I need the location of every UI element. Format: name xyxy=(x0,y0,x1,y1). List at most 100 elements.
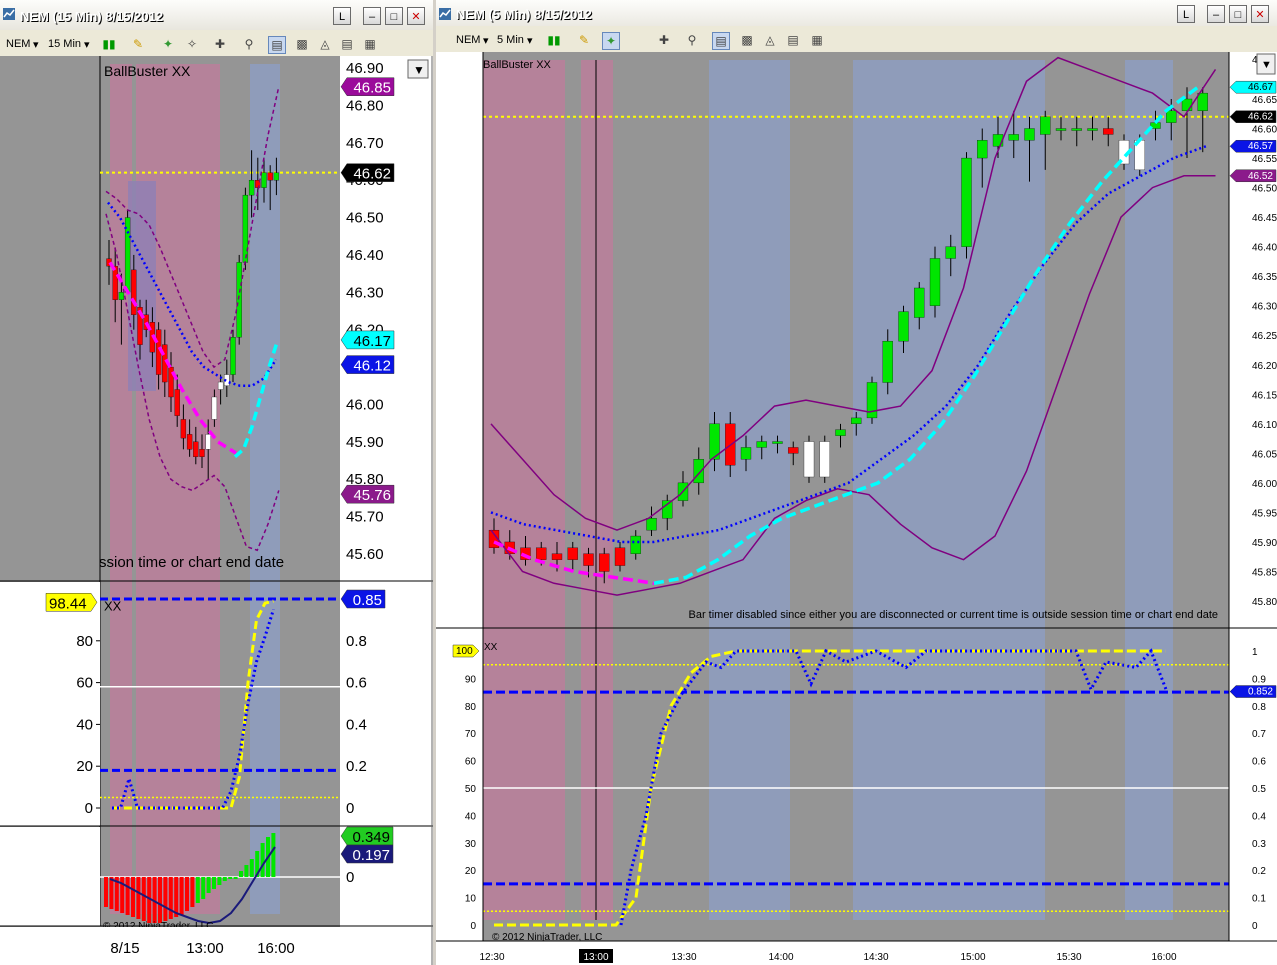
chart-style-icon[interactable]: ▤ xyxy=(712,32,730,50)
osc-right-marker: 0.85 xyxy=(353,592,382,609)
time-tick-label: 14:30 xyxy=(863,952,888,963)
osc-left-tick: 40 xyxy=(465,811,477,822)
price-marker: 46.62 xyxy=(353,166,391,183)
dropdown-arrow-icon[interactable]: ▾ xyxy=(527,34,533,47)
dropdown-arrow-icon[interactable]: ▾ xyxy=(33,38,39,51)
osc-left-tick: 10 xyxy=(465,894,477,905)
osc-right-tick: 0.1 xyxy=(1252,894,1266,905)
minimize-button[interactable]: – xyxy=(363,7,381,25)
properties2-icon[interactable]: ▦ xyxy=(809,32,825,48)
left-chart-area[interactable]: BallBuster XX46.9046.8046.7046.6046.5046… xyxy=(0,56,433,965)
dropdown-arrow-icon[interactable]: ▾ xyxy=(483,34,489,47)
price-tick-label: 46.40 xyxy=(346,247,384,264)
dropdown-arrow-icon[interactable]: ▾ xyxy=(84,38,90,51)
instrument-selector[interactable]: NEM xyxy=(6,38,30,50)
indicator-icon[interactable]: ✦ xyxy=(602,32,620,50)
price-tick-label: 46.10 xyxy=(1252,420,1277,431)
price-tick-label: 46.40 xyxy=(1252,243,1277,254)
price-marker: 46.85 xyxy=(353,80,391,97)
osc-left-tick: 40 xyxy=(76,716,93,733)
candle-body xyxy=(273,172,280,181)
osc-left-tick: 60 xyxy=(76,675,93,692)
osc-left-tick: 20 xyxy=(465,866,477,877)
link-button[interactable]: L xyxy=(1177,5,1195,23)
properties-icon[interactable]: ▤ xyxy=(785,32,801,48)
zoom-icon[interactable]: ⚲ xyxy=(684,32,700,48)
price-marker: 46.52 xyxy=(1248,171,1273,182)
price-tick-label: 45.80 xyxy=(1252,597,1277,608)
left-chart-window[interactable]: NEM (15 Min) 8/15/2012 L – □ ✕ NEM ▾ 15 … xyxy=(0,0,433,965)
time-tick-label: 15:00 xyxy=(960,952,985,963)
candle-body xyxy=(646,518,657,531)
histogram-bar xyxy=(131,877,135,917)
candle-body xyxy=(1181,98,1193,111)
candle-body xyxy=(551,553,563,560)
interval-selector[interactable]: 15 Min xyxy=(48,38,81,50)
right-chart-window[interactable]: NEM (5 Min) 8/15/2012 L – □ ✕ NEM ▾ 5 Mi… xyxy=(436,0,1277,965)
chart-style-icon[interactable]: ▤ xyxy=(268,36,286,54)
candle-body xyxy=(174,389,180,416)
data-box-icon[interactable]: ▩ xyxy=(294,36,310,52)
minimize-button[interactable]: – xyxy=(1207,5,1225,23)
bar-type-icon[interactable]: ▮▮ xyxy=(546,32,562,48)
histogram-bar xyxy=(212,877,216,889)
price-tick-label: 45.90 xyxy=(346,434,384,451)
candle-body xyxy=(168,366,174,398)
maximize-button[interactable]: □ xyxy=(1229,5,1247,23)
instrument-selector[interactable]: NEM xyxy=(456,34,480,46)
interval-selector[interactable]: 5 Min xyxy=(497,34,524,46)
left-panel-label: BallBuster XX xyxy=(104,63,191,79)
price-tick-label: 45.70 xyxy=(346,509,384,526)
osc-label: XX xyxy=(104,598,122,613)
histogram-bar xyxy=(239,871,243,877)
strategy-icon[interactable]: ✧ xyxy=(184,36,200,52)
properties2-icon[interactable]: ▦ xyxy=(362,36,378,52)
histogram-bar xyxy=(190,877,195,907)
left-title-bar[interactable]: NEM (15 Min) 8/15/2012 L – □ ✕ xyxy=(0,0,433,30)
candle-body xyxy=(772,441,783,444)
maximize-button[interactable]: □ xyxy=(385,7,403,25)
close-button[interactable]: ✕ xyxy=(407,7,425,25)
close-button[interactable]: ✕ xyxy=(1251,5,1269,23)
price-tick-label: 46.05 xyxy=(1252,449,1277,460)
price-tick-label: 46.70 xyxy=(346,135,384,152)
histogram-bar xyxy=(217,877,222,885)
price-tick-label: 46.00 xyxy=(346,396,384,413)
price-tick-label: 45.85 xyxy=(1252,567,1277,578)
right-chart-area[interactable]: BallBuster XX 46.65 46.60 46.55 46.50 46.45 46… xyxy=(436,52,1277,965)
link-button[interactable]: L xyxy=(333,7,351,25)
osc-left-marker: 100 xyxy=(456,646,473,657)
crosshair-icon[interactable]: ✚ xyxy=(212,36,228,52)
properties-icon[interactable]: ▤ xyxy=(339,36,355,52)
osc-right-tick: 0.5 xyxy=(1252,784,1266,795)
chart-template-icon[interactable]: ◬ xyxy=(317,36,333,52)
zoom-icon[interactable]: ⚲ xyxy=(241,36,257,52)
histogram-bar xyxy=(201,877,206,899)
candle-body xyxy=(112,265,118,300)
time-tick-label: 16:00 xyxy=(1151,952,1176,963)
candle-body xyxy=(536,547,547,560)
histogram-bar xyxy=(163,877,168,921)
candle-body xyxy=(1087,128,1098,131)
chart-template-icon[interactable]: ◬ xyxy=(762,32,778,48)
osc-left-tick: 90 xyxy=(465,674,477,685)
candle-body xyxy=(567,547,578,560)
histogram-bar xyxy=(125,877,130,915)
candle-body xyxy=(1008,134,1019,141)
bar-type-icon[interactable]: ▮▮ xyxy=(101,36,117,52)
osc-right-tick: 0.7 xyxy=(1252,729,1266,740)
drawing-pencil-icon[interactable]: ✎ xyxy=(130,36,146,52)
data-box-icon[interactable]: ▩ xyxy=(739,32,755,48)
session-zone xyxy=(581,60,613,920)
histogram-bar xyxy=(141,877,146,921)
candle-body xyxy=(205,434,211,450)
osc-right-tick: 0.6 xyxy=(346,675,367,692)
candle-body xyxy=(242,194,249,263)
candle-body xyxy=(1166,110,1177,123)
price-tick-label: 45.60 xyxy=(346,546,384,563)
candle-body xyxy=(599,553,610,572)
drawing-pencil-icon[interactable]: ✎ xyxy=(576,32,592,48)
osc-left-axis-background xyxy=(0,582,100,826)
crosshair-icon[interactable]: ✚ xyxy=(656,32,672,48)
indicator-icon[interactable]: ✦ xyxy=(160,36,176,52)
